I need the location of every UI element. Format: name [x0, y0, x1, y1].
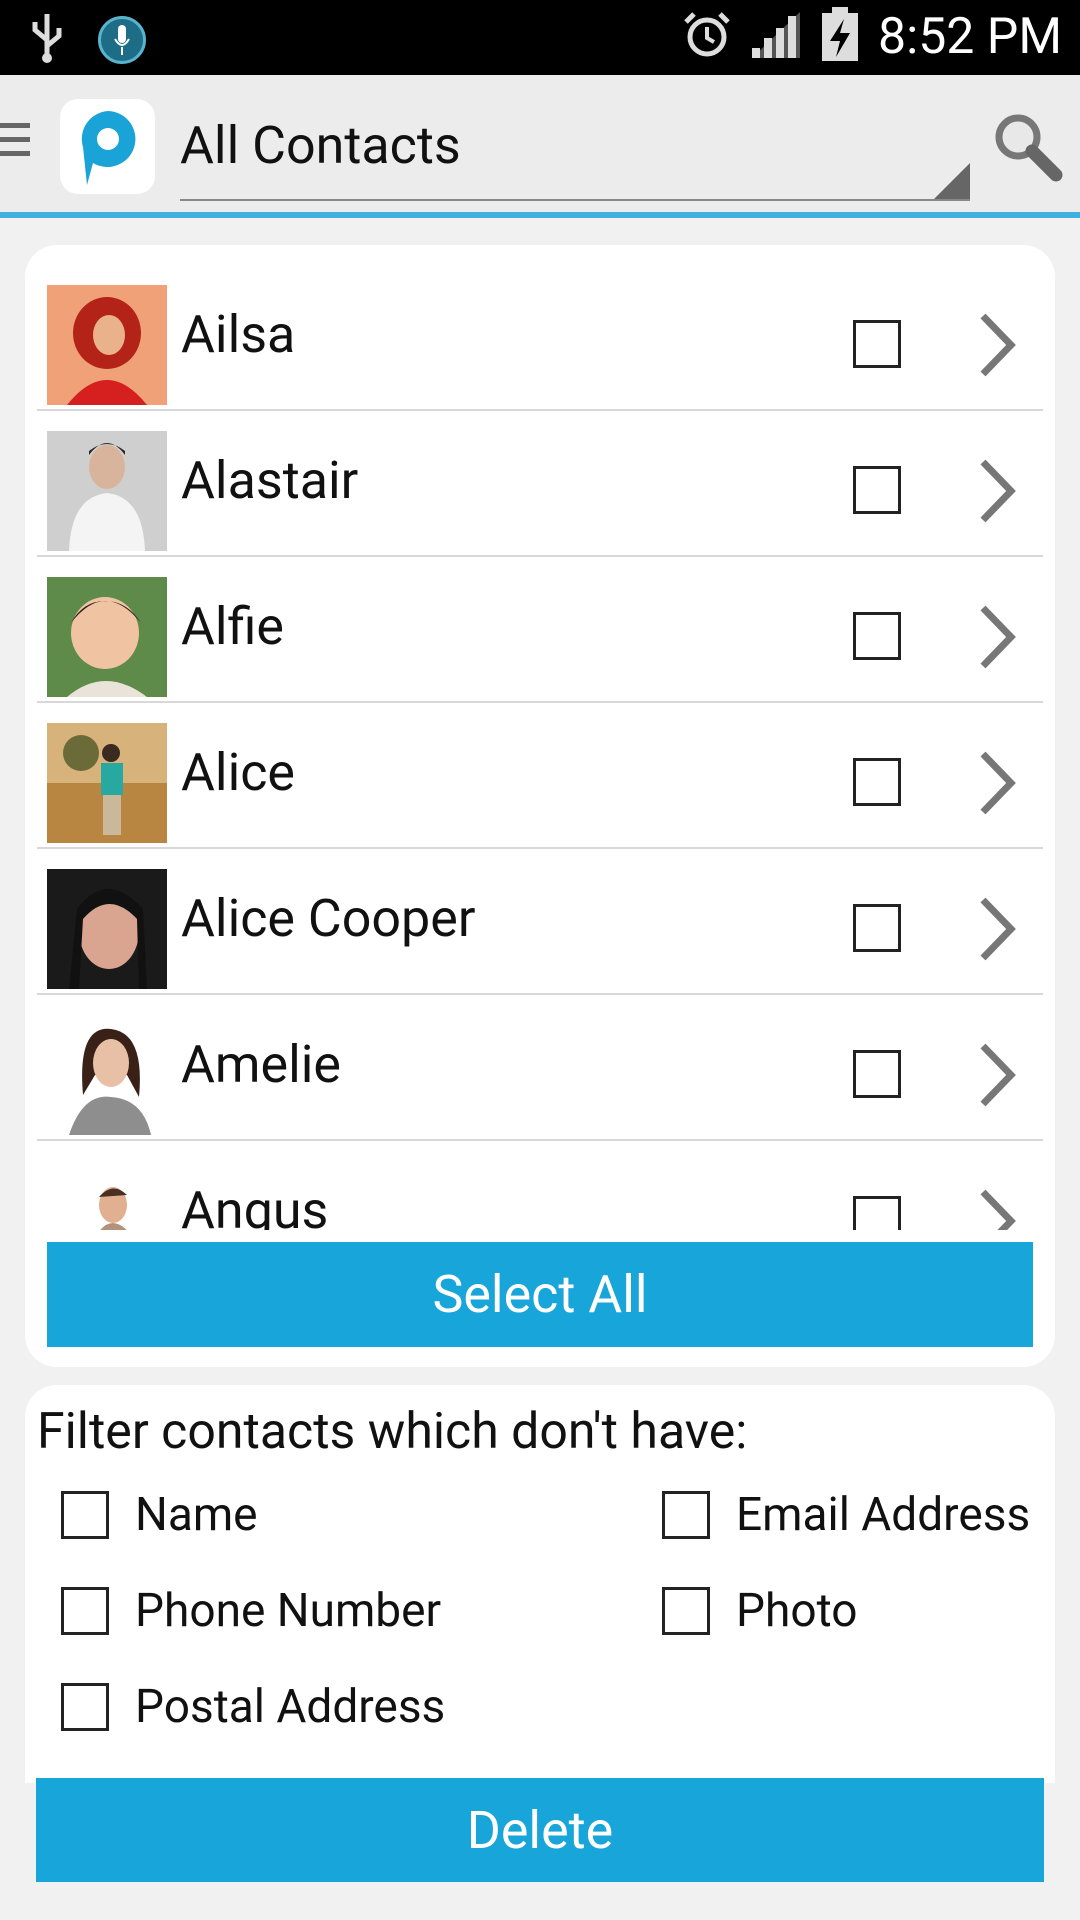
filter-option-photo[interactable]: Photo	[662, 1584, 857, 1638]
chevron-right-icon[interactable]	[977, 1040, 1017, 1110]
chevron-right-icon[interactable]	[977, 456, 1017, 526]
action-bar: All Contacts	[0, 75, 1080, 218]
contact-checkbox[interactable]	[853, 320, 901, 368]
avatar	[47, 1161, 167, 1230]
dropdown-triangle-icon	[934, 163, 970, 199]
chevron-right-icon[interactable]	[977, 602, 1017, 672]
filter-checkbox[interactable]	[662, 1587, 710, 1635]
contacts-card: Ailsa Alastair Alfie Alice Alice Cooper …	[25, 245, 1055, 1367]
contact-row[interactable]: Alice	[37, 703, 1043, 849]
avatar	[47, 869, 167, 989]
page-title: All Contacts	[180, 115, 461, 176]
filter-checkbox[interactable]	[61, 1683, 109, 1731]
contact-row[interactable]: Amelie	[37, 995, 1043, 1141]
filter-option-label: Photo	[736, 1584, 858, 1638]
contact-checkbox[interactable]	[853, 466, 901, 514]
contact-row[interactable]: Alastair	[37, 411, 1043, 557]
filter-checkbox[interactable]	[662, 1491, 710, 1539]
avatar	[47, 577, 167, 697]
filter-option-name[interactable]: Name	[61, 1488, 258, 1542]
avatar	[47, 1015, 167, 1135]
status-bar: 8:52 PM	[0, 0, 1080, 75]
contact-row[interactable]: Alice Cooper	[37, 849, 1043, 995]
contact-name: Ailsa	[181, 304, 296, 365]
avatar	[47, 285, 167, 405]
contact-name: Alfie	[181, 596, 284, 657]
select-all-button[interactable]: Select All	[47, 1242, 1033, 1347]
search-icon[interactable]	[988, 107, 1068, 187]
filter-option-postal[interactable]: Postal Address	[61, 1680, 445, 1734]
filter-option-phone[interactable]: Phone Number	[61, 1584, 441, 1638]
filter-title: Filter contacts which don't have:	[37, 1403, 748, 1461]
chevron-right-icon[interactable]	[977, 894, 1017, 964]
filter-option-label: Postal Address	[135, 1680, 446, 1734]
contact-row[interactable]: Alfie	[37, 557, 1043, 703]
contacts-list[interactable]: Ailsa Alastair Alfie Alice Alice Cooper …	[37, 245, 1043, 1230]
menu-icon[interactable]	[0, 123, 30, 165]
app-logo-icon[interactable]	[60, 99, 155, 194]
filter-checkbox[interactable]	[61, 1491, 109, 1539]
contact-checkbox[interactable]	[853, 1050, 901, 1098]
filter-option-label: Name	[135, 1488, 258, 1542]
delete-button[interactable]: Delete	[36, 1778, 1044, 1882]
contacts-filter-spinner[interactable]: All Contacts	[180, 95, 970, 201]
filter-option-email[interactable]: Email Address	[662, 1488, 1030, 1542]
chevron-right-icon[interactable]	[977, 1186, 1017, 1230]
contact-row[interactable]: Ailsa	[37, 265, 1043, 411]
alarm-icon	[682, 10, 732, 64]
contact-name: Amelie	[181, 1034, 341, 1095]
chevron-right-icon[interactable]	[977, 310, 1017, 380]
contact-checkbox[interactable]	[853, 904, 901, 952]
contact-name: Angus	[181, 1180, 329, 1230]
contact-checkbox[interactable]	[853, 758, 901, 806]
contact-checkbox[interactable]	[853, 612, 901, 660]
usb-icon	[30, 12, 64, 68]
contact-row[interactable]: Angus	[37, 1141, 1043, 1230]
signal-icon	[750, 10, 802, 64]
contact-name: Alastair	[181, 450, 359, 511]
filter-option-label: Phone Number	[135, 1584, 442, 1638]
contact-checkbox[interactable]	[853, 1196, 901, 1230]
avatar	[47, 723, 167, 843]
avatar	[47, 431, 167, 551]
contact-name: Alice	[181, 742, 296, 803]
mic-icon	[98, 16, 146, 64]
battery-charging-icon	[820, 7, 860, 67]
filter-card: Filter contacts which don't have: Name E…	[25, 1385, 1055, 1783]
filter-checkbox[interactable]	[61, 1587, 109, 1635]
status-time: 8:52 PM	[877, 8, 1062, 66]
chevron-right-icon[interactable]	[977, 748, 1017, 818]
contact-name: Alice Cooper	[181, 888, 476, 949]
filter-option-label: Email Address	[736, 1488, 1031, 1542]
